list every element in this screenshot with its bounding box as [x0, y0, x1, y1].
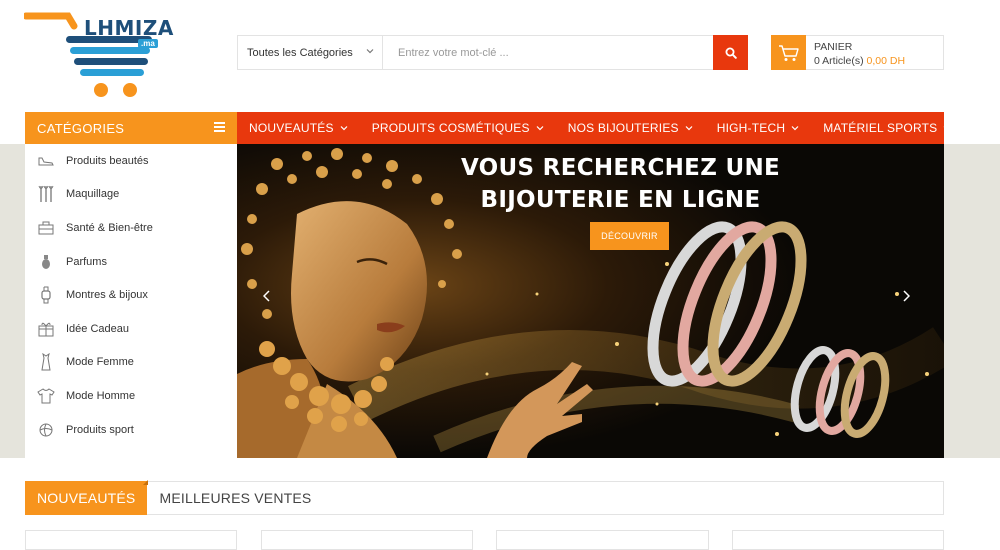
nav-item-label: PRODUITS COSMÉTIQUES	[371, 121, 530, 135]
nav-item-nos-bijouteries[interactable]: NOS BIJOUTERIES	[556, 121, 705, 135]
slider-next-arrow-icon[interactable]	[902, 290, 911, 305]
sidebar-item-label: Idée Cadeau	[66, 322, 129, 335]
chevron-down-icon	[943, 126, 951, 131]
cart-title: PANIER	[814, 41, 853, 53]
banner-headline-line1: VOUS RECHERCHEZ UNE	[460, 155, 781, 181]
categories-sidebar: Produits beautés Maquillage Santé & Bien…	[25, 144, 237, 458]
discover-button[interactable]: DÉCOUVRIR	[590, 222, 669, 250]
perfume-icon	[37, 253, 55, 271]
sidebar-item-label: Maquillage	[66, 188, 120, 201]
nav-item-materiel-sports[interactable]: MATÉRIEL SPORTS	[811, 121, 963, 135]
shoe-icon	[37, 152, 55, 170]
gift-icon	[37, 320, 55, 338]
sidebar-item-produits-sport[interactable]: Produits sport	[25, 413, 237, 447]
search-input[interactable]	[383, 36, 713, 69]
sidebar-item-montres-bijoux[interactable]: Montres & bijoux	[25, 278, 237, 312]
nav-item-label: NOS BIJOUTERIES	[567, 121, 679, 135]
cart-widget[interactable]: PANIER 0 Article(s) 0,00 DH	[771, 35, 944, 70]
sidebar-item-mode-homme[interactable]: Mode Homme	[25, 379, 237, 413]
sidebar-item-label: Produits sport	[66, 423, 134, 436]
categories-header[interactable]: CATÉGORIES	[25, 112, 237, 144]
chevron-down-icon	[340, 126, 348, 131]
sidebar-item-sante-bien-etre[interactable]: Santé & Bien-être	[25, 211, 237, 245]
brushes-icon	[37, 185, 55, 203]
tab-meilleures-ventes[interactable]: MEILLEURES VENTES	[147, 481, 323, 515]
nav-item-high-tech[interactable]: HIGH-TECH	[705, 121, 811, 135]
chevron-down-icon	[366, 47, 374, 57]
product-card[interactable]	[496, 530, 709, 550]
categories-title: CATÉGORIES	[37, 120, 125, 136]
sidebar-item-maquillage[interactable]: Maquillage	[25, 178, 237, 212]
cart-items-count: 0 Article(s)	[814, 55, 864, 67]
product-card[interactable]	[732, 530, 944, 550]
search-bar: Toutes les Catégories	[237, 35, 748, 70]
nav-item-produits-cosmetiques[interactable]: PRODUITS COSMÉTIQUES	[360, 121, 556, 135]
watch-icon	[37, 286, 55, 304]
cart-icon-box	[771, 35, 806, 70]
sidebar-item-mode-femme[interactable]: Mode Femme	[25, 346, 237, 380]
product-card[interactable]	[25, 530, 237, 550]
site-header: LHMIZA .ma Toutes les Catégories P	[0, 0, 1000, 112]
logo-tld: .ma	[138, 39, 158, 48]
search-category-label: Toutes les Catégories	[247, 46, 353, 59]
search-button[interactable]	[713, 35, 748, 70]
hamburger-menu-icon[interactable]	[214, 122, 225, 133]
nav-item-nouveautes[interactable]: NOUVEAUTÉS	[237, 121, 360, 135]
nav-item-label: HIGH-TECH	[716, 121, 786, 135]
product-card[interactable]	[261, 530, 473, 550]
sidebar-item-label: Parfums	[66, 255, 107, 268]
ball-icon	[37, 421, 55, 439]
chevron-down-icon	[536, 126, 544, 131]
sidebar-item-idee-cadeau[interactable]: Idée Cadeau	[25, 312, 237, 346]
nav-item-label: MATÉRIEL SPORTS	[823, 121, 938, 135]
slider-prev-arrow-icon[interactable]	[262, 290, 271, 305]
sidebar-item-parfums[interactable]: Parfums	[25, 245, 237, 279]
cart-count-line: 0 Article(s) 0,00 DH	[814, 54, 905, 68]
sidebar-item-label: Montres & bijoux	[66, 289, 148, 302]
sidebar-item-label: Mode Homme	[66, 389, 136, 402]
main-navigation: NOUVEAUTÉS PRODUITS COSMÉTIQUES NOS BIJO…	[237, 112, 951, 144]
shopping-cart-icon	[778, 44, 799, 61]
shirt-icon	[37, 387, 55, 405]
logo-wordmark: LHMIZA	[84, 16, 174, 40]
chevron-down-icon	[791, 126, 799, 131]
medkit-icon	[37, 219, 55, 237]
search-icon	[725, 47, 737, 59]
sidebar-item-produits-beautes[interactable]: Produits beautés	[25, 144, 237, 178]
site-logo[interactable]: LHMIZA .ma	[22, 12, 184, 102]
search-category-select[interactable]: Toutes les Catégories	[238, 36, 383, 69]
cart-total: 0,00 DH	[866, 55, 906, 67]
product-tabs: NOUVEAUTÉS MEILLEURES VENTES	[25, 480, 944, 515]
dress-icon	[37, 353, 55, 371]
sidebar-item-label: Mode Femme	[66, 356, 134, 369]
banner-headline-line2: BIJOUTERIE EN LIGNE	[480, 187, 761, 213]
hero-slider[interactable]: VOUS RECHERCHEZ UNE BIJOUTERIE EN LIGNE …	[237, 144, 944, 458]
tab-nouveautes[interactable]: NOUVEAUTÉS	[25, 480, 149, 515]
chevron-down-icon	[685, 126, 693, 131]
sidebar-item-label: Santé & Bien-être	[66, 221, 153, 234]
nav-item-label: NOUVEAUTÉS	[249, 121, 334, 135]
sidebar-item-label: Produits beautés	[66, 154, 149, 167]
cart-summary: PANIER 0 Article(s) 0,00 DH	[806, 36, 905, 69]
